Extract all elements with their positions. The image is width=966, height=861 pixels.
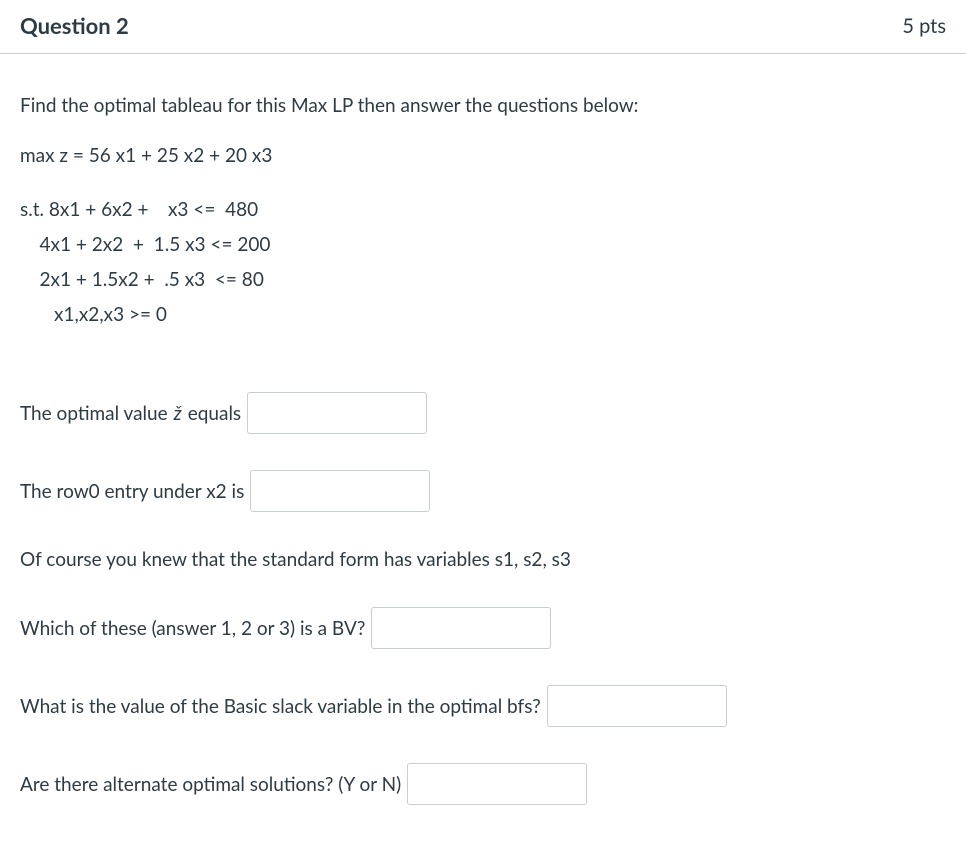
question-optimal-value: The optimal value ž equals [20,392,946,434]
optimal-value-input[interactable] [247,392,427,434]
q3-label: Which of these (answer 1, 2 or 3) is a B… [20,617,365,640]
basic-slack-input[interactable] [547,685,727,727]
constraints-block: s.t. 8x1 + 6x2 + x3 <= 480 4x1 + 2x2 + 1… [20,192,946,333]
standard-form-note: Of course you knew that the standard for… [20,548,946,571]
question-bv: Which of these (answer 1, 2 or 3) is a B… [20,607,946,649]
question-row0-x2: The row0 entry under x2 is [20,470,946,512]
q1-label-pre: The optimal value [20,402,168,425]
question-points: 5 pts [902,14,946,38]
constraint-3: 2x1 + 1.5x2 + .5 x3 <= 80 [20,262,946,297]
constraint-2: 4x1 + 2x2 + 1.5 x3 <= 200 [20,227,946,262]
question-content: Find the optimal tableau for this Max LP… [0,54,966,861]
objective-function: max z = 56 x1 + 25 x2 + 20 x3 [20,143,946,170]
question-basic-slack-value: What is the value of the Basic slack var… [20,685,946,727]
constraint-nonneg: x1,x2,x3 >= 0 [20,297,946,332]
q4-label: What is the value of the Basic slack var… [20,695,541,718]
bv-input[interactable] [371,607,551,649]
zhat-symbol: ž [174,402,182,425]
question-alternate-optimal: Are there alternate optimal solutions? (… [20,763,946,805]
q1-label-post: equals [188,402,241,425]
constraint-1: s.t. 8x1 + 6x2 + x3 <= 480 [20,192,946,227]
alternate-optimal-input[interactable] [407,763,587,805]
question-header: Question 2 5 pts [0,0,966,54]
prompt-text: Find the optimal tableau for this Max LP… [20,94,946,117]
q2-label: The row0 entry under x2 is [20,480,244,503]
question-title: Question 2 [20,12,129,39]
q5-label: Are there alternate optimal solutions? (… [20,773,401,796]
row0-x2-input[interactable] [250,470,430,512]
